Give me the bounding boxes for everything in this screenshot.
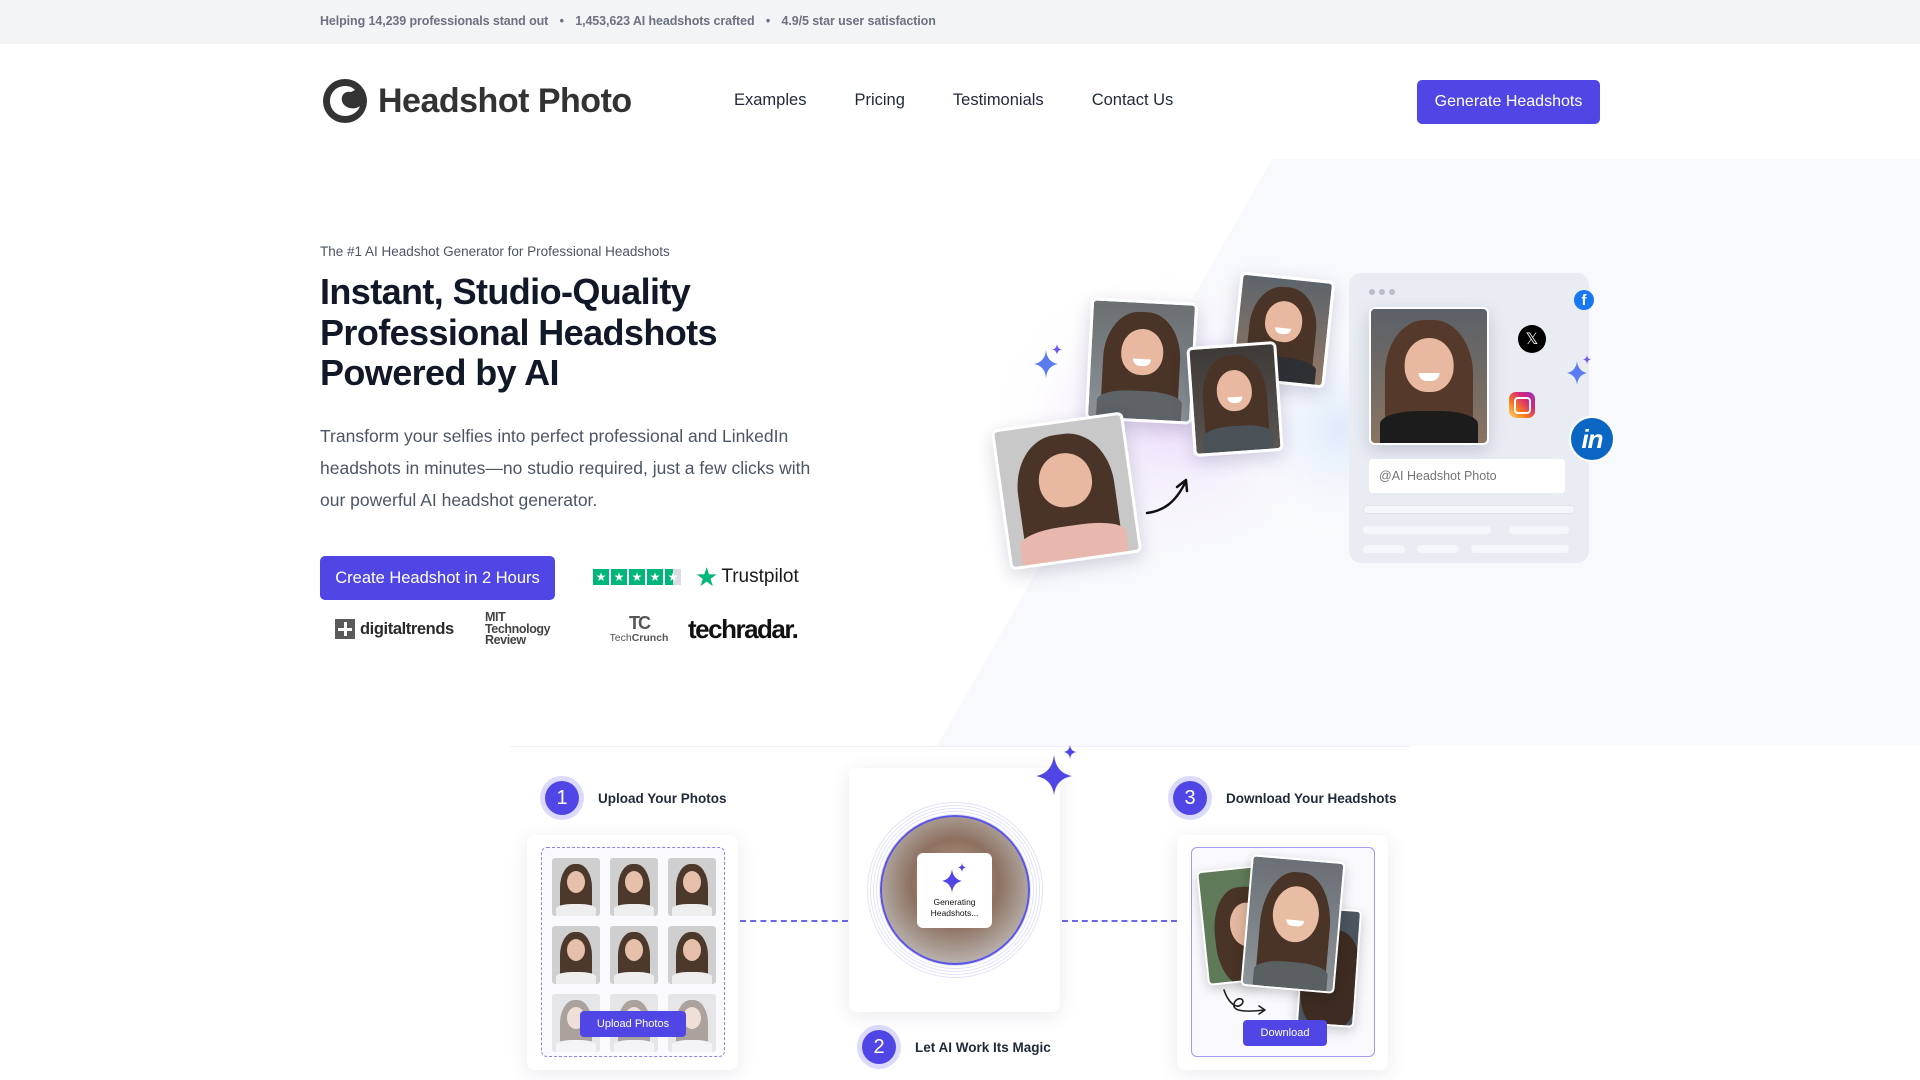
selfie-photo (990, 411, 1143, 571)
placeholder-bar (1363, 526, 1491, 534)
uploaded-photo (610, 858, 658, 916)
digitaltrends-logo: digitaltrends (335, 619, 485, 640)
x-icon: 𝕏 (1518, 325, 1546, 353)
placeholder-bar (1509, 526, 1569, 534)
placeholder-bar (1363, 505, 1575, 514)
instagram-icon (1509, 392, 1535, 418)
uploaded-photo (552, 858, 600, 916)
separator: • (559, 14, 564, 28)
main-nav: Examples Pricing Testimonials Contact Us (734, 91, 1173, 110)
hero-eyebrow: The #1 AI Headshot Generator for Profess… (320, 244, 670, 259)
mit-line: Review (485, 633, 526, 647)
download-preview: Download (1191, 847, 1375, 1057)
section-divider (510, 746, 1410, 747)
announcement-bar: Helping 14,239 professionals stand out •… (0, 0, 1920, 44)
step-2-heading: 2 Let AI Work Its Magic (857, 1025, 1051, 1069)
uploaded-photo (668, 926, 716, 984)
techcrunch-mark: TC (629, 613, 651, 634)
uploaded-photo (610, 926, 658, 984)
trustpilot-star-icon: ★ (695, 562, 719, 592)
placeholder-bar (1417, 545, 1459, 553)
arrow-icon (1145, 478, 1189, 515)
generate-headshots-button[interactable]: Generate Headshots (1417, 80, 1600, 124)
star-icon: ★ (647, 569, 663, 585)
headshot-photo (1084, 297, 1199, 425)
sparkle-icon (942, 863, 966, 893)
brand-logo[interactable]: Headshot Photo (322, 78, 632, 124)
techcrunch-tech: Tech (609, 632, 632, 645)
uploaded-photo (552, 926, 600, 984)
techcrunch-logo: TC TechCrunch (590, 614, 688, 644)
status-line: Generating (933, 897, 976, 907)
step-number: 2 (862, 1030, 896, 1064)
stats-line: Helping 14,239 professionals stand out •… (320, 14, 936, 28)
placeholder-bar (1363, 545, 1405, 553)
generating-card: Generating Headshots... (849, 768, 1060, 1012)
headshot-photo (1186, 340, 1284, 458)
step-label: Download Your Headshots (1226, 790, 1397, 806)
step-1-heading: 1 Upload Your Photos (540, 776, 727, 820)
window-dots (1369, 289, 1395, 295)
download-button[interactable]: Download (1243, 1020, 1327, 1046)
nav-contact-us[interactable]: Contact Us (1092, 91, 1174, 110)
step-number: 1 (545, 781, 579, 815)
step-number: 3 (1173, 781, 1207, 815)
hero-headline: Instant, Studio-Quality Professional Hea… (320, 271, 718, 393)
step-number-badge: 3 (1168, 776, 1212, 820)
press-logos: digitaltrends MIT Technology Review TC T… (335, 611, 799, 647)
stat-professionals: Helping 14,239 professionals stand out (320, 14, 549, 28)
social-profile-card (1349, 273, 1589, 563)
star-icon: ★ (629, 569, 645, 585)
linkedin-icon: in (1569, 416, 1615, 462)
trustpilot-rating[interactable]: ★ ★ ★ ★ ★ ★ Trustpilot (593, 562, 799, 592)
half-star-icon: ★ (665, 569, 681, 585)
stat-rating: 4.9/5 star user satisfaction (781, 14, 936, 28)
step-label: Let AI Work Its Magic (915, 1039, 1051, 1055)
nav-testimonials[interactable]: Testimonials (953, 91, 1044, 110)
headshot-photo (1240, 854, 1346, 994)
techcrunch-crunch: Crunch (631, 632, 669, 645)
sparkle-icon (1034, 344, 1062, 378)
star-icon: ★ (611, 569, 627, 585)
logo-icon (323, 79, 367, 123)
stat-headshots: 1,453,623 AI headshots crafted (575, 14, 755, 28)
trustpilot-wordmark: Trustpilot (721, 566, 799, 587)
dashed-connector (740, 920, 848, 922)
profile-handle-input[interactable] (1369, 459, 1565, 493)
digitaltrends-icon (335, 619, 355, 640)
step-label: Upload Your Photos (598, 790, 727, 806)
generating-label: Generating Headshots... (917, 897, 992, 919)
uploaded-photo (668, 858, 716, 916)
status-line: Headshots... (930, 908, 979, 918)
sparkle-icon (1567, 355, 1591, 385)
nav-pricing[interactable]: Pricing (854, 91, 904, 110)
rating-stars: ★ ★ ★ ★ ★ (593, 569, 681, 585)
step-3-heading: 3 Download Your Headshots (1168, 776, 1397, 820)
brand-name: Headshot Photo (378, 81, 632, 120)
hero-subtext: Transform your selfies into perfect prof… (320, 426, 811, 510)
step-number-badge: 1 (540, 776, 584, 820)
upload-photos-button[interactable]: Upload Photos (580, 1011, 686, 1037)
generating-status: Generating Headshots... (917, 853, 992, 928)
step-number-badge: 2 (857, 1025, 901, 1069)
sparkle-icon (1036, 745, 1076, 795)
trustpilot-logo: ★ Trustpilot (695, 562, 799, 592)
separator: • (765, 14, 771, 28)
profile-photo (1369, 307, 1489, 445)
mit-technology-review-logo: MIT Technology Review (485, 611, 590, 647)
download-card: Download (1177, 835, 1388, 1070)
upload-card: Upload Photos (527, 835, 738, 1070)
create-headshot-button[interactable]: Create Headshot in 2 Hours (320, 556, 555, 600)
upload-dropzone[interactable]: Upload Photos (541, 847, 725, 1057)
techradar-logo: techradar. (688, 613, 799, 644)
dashed-connector (1062, 920, 1177, 922)
facebook-icon: f (1574, 290, 1594, 310)
digitaltrends-wordmark: digitaltrends (360, 619, 454, 638)
placeholder-bar (1471, 545, 1569, 553)
star-icon: ★ (593, 569, 609, 585)
nav-examples[interactable]: Examples (734, 91, 806, 110)
curly-arrow-icon (1223, 989, 1266, 1015)
